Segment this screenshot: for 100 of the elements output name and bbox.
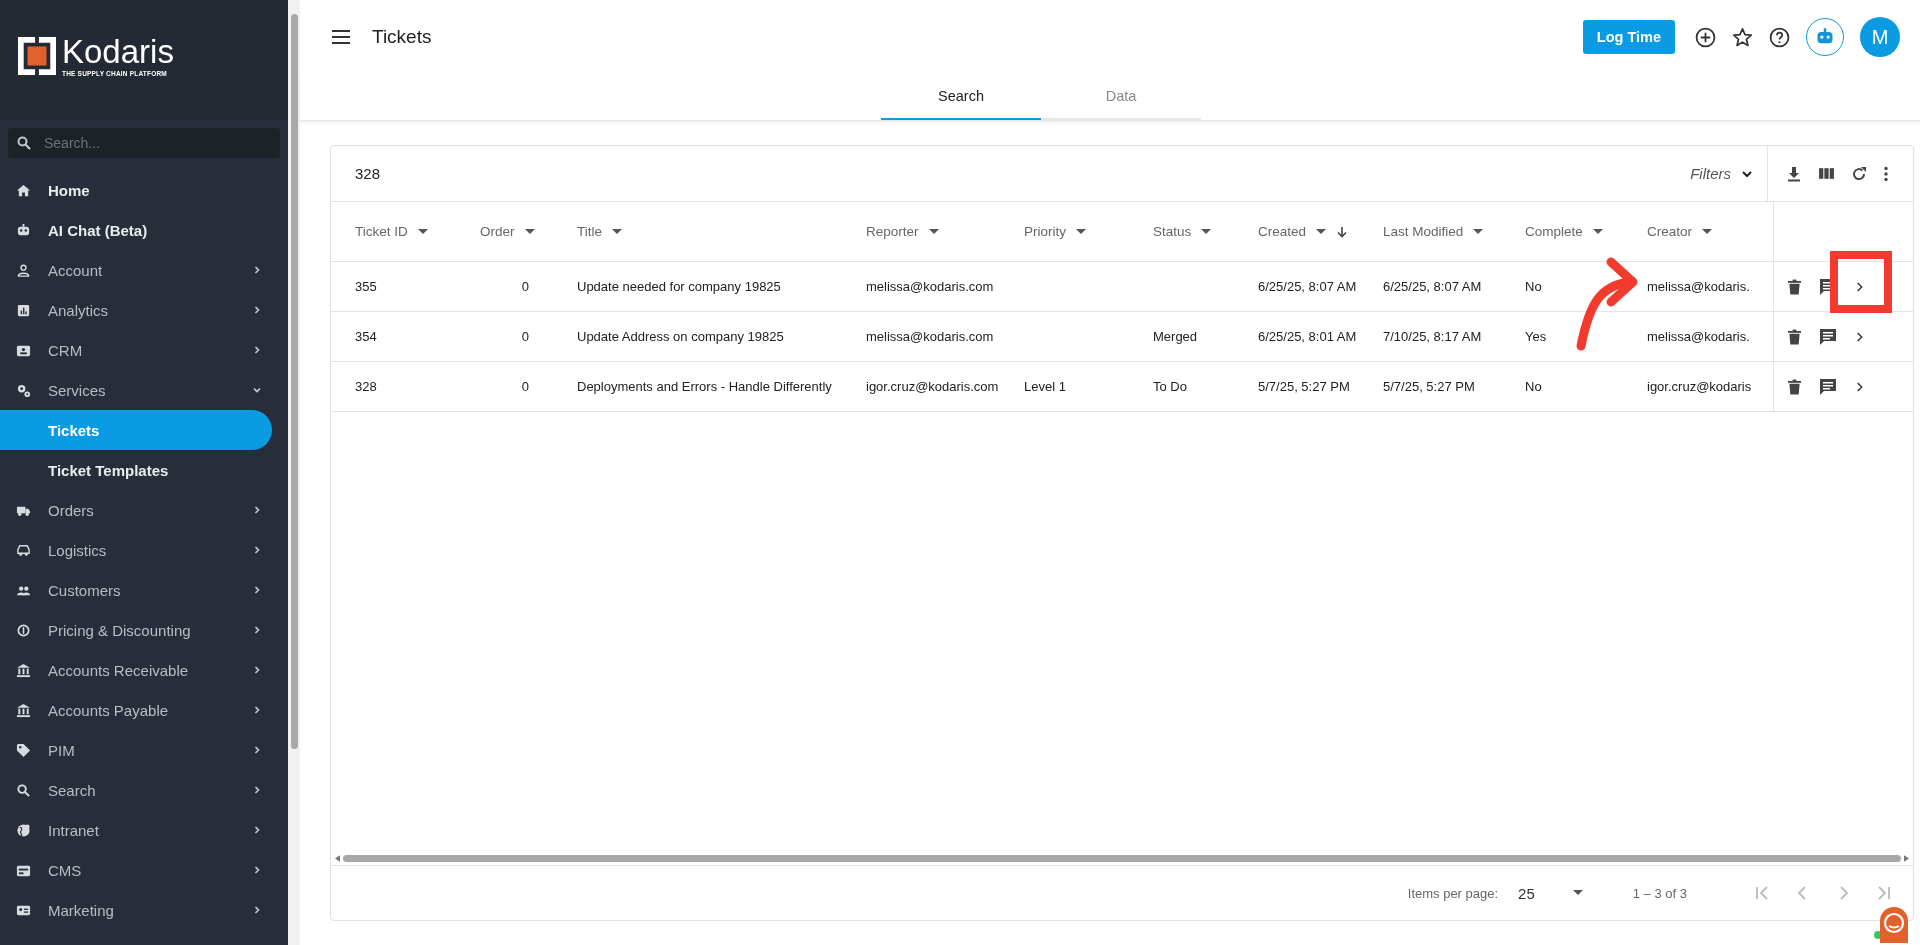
chevron-right-icon [252,505,262,515]
caret-down-icon [1316,228,1327,235]
column-header[interactable]: Title [577,224,622,239]
globe-icon [16,822,31,838]
table-cell: melissa@kodaris. [1647,279,1750,294]
column-header[interactable]: Priority [1024,224,1086,239]
scroll-right-icon[interactable] [1904,854,1909,862]
column-header[interactable]: Order [480,224,535,239]
table-cell: 6/25/25, 8:07 AM [1383,279,1482,294]
nav-item[interactable]: Home [0,170,272,210]
chart-icon [16,302,31,318]
download-icon[interactable] [1786,165,1802,182]
star-icon[interactable] [1732,26,1753,48]
table-cell: 5/7/25, 5:27 PM [1383,379,1475,394]
caret-down-icon [524,228,535,235]
table-cell: melissa@kodaris.com [866,329,994,344]
filters-button[interactable]: Filters [1676,146,1768,201]
person-icon [16,262,31,278]
nav-item[interactable]: Search [0,770,272,810]
nav-item[interactable]: Customers [0,570,272,610]
robot-icon [16,222,31,238]
columns-icon[interactable] [1818,165,1835,182]
nav-item[interactable]: Analytics [0,290,272,330]
scrollbar-thumb[interactable] [343,854,1901,862]
refresh-icon[interactable] [1851,165,1867,182]
delete-icon[interactable] [1787,328,1801,345]
table-cell: No [1525,379,1542,394]
nav-item[interactable]: Services [0,370,272,410]
nav-item[interactable]: PIM [0,730,272,770]
table-cell: 6/25/25, 8:01 AM [1258,329,1357,344]
chevron-right-icon[interactable] [1854,330,1864,343]
result-count: 328 [355,165,381,182]
chevron-right-icon [252,665,262,675]
nav-item[interactable]: Account [0,250,272,290]
nav-item[interactable]: Orders [0,490,272,530]
caret-down-icon [1702,228,1712,235]
search-field[interactable]: Search... [8,128,280,158]
items-per-page-select[interactable]: 25 [1518,884,1583,902]
table-cell: 328 [355,379,377,394]
search-icon [16,782,31,798]
caret-down-icon [417,228,428,235]
delete-icon[interactable] [1787,278,1801,295]
chevron-down-icon [252,385,262,395]
nav-item[interactable]: Pricing & Discounting [0,610,272,650]
nav-item[interactable]: CMS [0,850,272,890]
tab[interactable]: Data [1041,74,1201,120]
help-icon[interactable] [1769,26,1790,48]
table-cell: 0 [521,279,529,294]
nav-item[interactable]: AI Chat (Beta) [0,210,272,250]
column-header[interactable]: Complete [1525,224,1603,239]
table-cell: Update needed for company 19825 [577,279,781,294]
nav-item[interactable]: Ticket Templates [0,450,272,490]
nav-item[interactable]: Logistics [0,530,272,570]
chevron-right-icon [252,745,262,755]
chevron-right-icon[interactable] [1854,280,1864,293]
chevron-right-icon[interactable] [1854,380,1864,393]
page-range: 1 – 3 of 3 [1632,885,1687,901]
comment-icon[interactable] [1818,377,1837,396]
table-cell: igor.cruz@kodaris.com [866,379,999,394]
table-cell: melissa@kodaris.com [866,279,994,294]
chevron-right-icon [252,305,262,315]
table-cell: 0 [521,379,529,394]
nav-item[interactable]: Marketing [0,890,272,930]
column-header[interactable]: Reporter [866,224,939,239]
table-cell: 0 [521,329,529,344]
scroll-left-icon[interactable] [335,854,340,862]
nav-item[interactable]: Accounts Receivable [0,650,272,690]
table-cell: 5/7/25, 5:27 PM [1258,379,1350,394]
chevron-right-icon [252,865,262,875]
delete-icon[interactable] [1787,378,1801,395]
comment-icon[interactable] [1818,327,1837,346]
caret-down-icon [1592,228,1603,235]
column-header[interactable]: Creator [1647,224,1712,239]
caret-down-icon [928,228,939,235]
chevron-right-icon [252,625,262,635]
logo-icon [18,37,56,75]
tab[interactable]: Search [881,74,1041,120]
more-icon[interactable] [1883,165,1889,182]
nav-item[interactable]: CRM [0,330,272,370]
caret-down-icon [1473,228,1484,235]
column-header[interactable]: Created [1258,224,1349,239]
caret-down-icon [1076,228,1086,235]
home-icon [16,182,31,198]
caret-down-icon [612,228,622,235]
column-header[interactable]: Last Modified [1383,224,1484,239]
chevron-right-icon [252,905,262,915]
column-header[interactable]: Ticket ID [355,224,428,239]
column-header[interactable]: Status [1153,224,1212,239]
add-icon[interactable] [1695,26,1716,48]
menu-icon[interactable] [332,30,350,44]
vertical-scrollbar[interactable] [288,0,300,945]
chevron-right-icon [252,585,262,595]
gear-icon [16,382,31,398]
tag-icon [16,742,31,758]
highlight-box [1830,251,1892,313]
nav-item[interactable]: Intranet [0,810,272,850]
nav-item[interactable]: Accounts Payable [0,690,272,730]
bank-icon [16,662,31,678]
caret-down-icon [1572,890,1583,896]
caret-down-icon [1201,228,1212,235]
